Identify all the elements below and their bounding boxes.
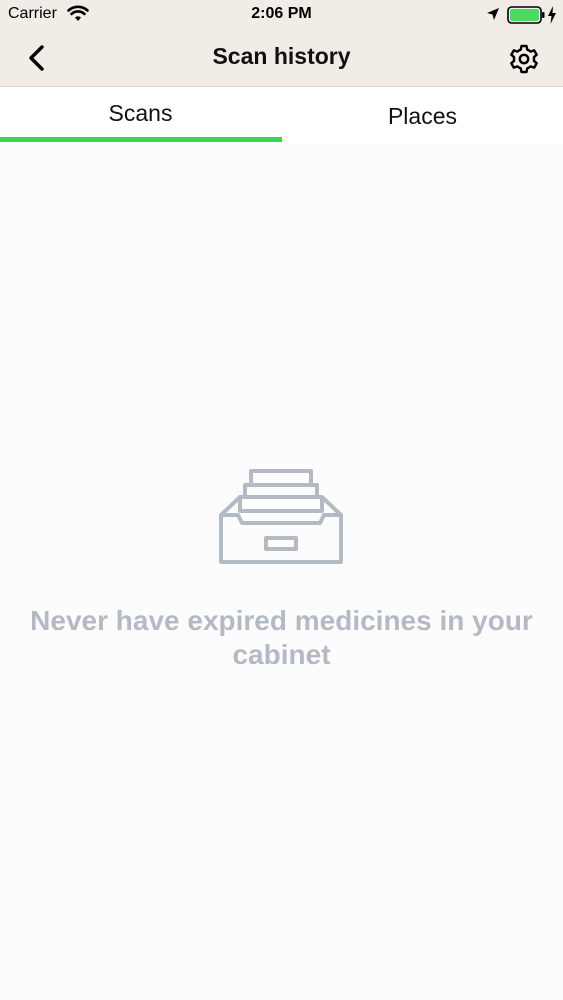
status-time: 2:06 PM: [251, 5, 312, 22]
tab-places[interactable]: Places: [282, 88, 563, 143]
tab-bar: Scans Places: [0, 88, 563, 143]
page-title: Scan history: [212, 43, 351, 69]
location-arrow-icon: [487, 8, 499, 20]
charging-bolt-icon: [548, 6, 556, 24]
empty-state-message: Never have expired medicines in your cab…: [30, 605, 533, 670]
status-bar: Carrier 2:06 PM: [0, 0, 563, 30]
tab-scans[interactable]: Scans: [0, 88, 281, 143]
gear-icon[interactable]: [507, 42, 541, 76]
screen: Carrier 2:06 PM Scan history Scans Place…: [0, 0, 563, 1000]
archive-drawer-icon: [219, 469, 343, 564]
battery-icon: [507, 6, 545, 24]
active-tab-indicator: [0, 137, 282, 142]
navigation-bar: Scan history: [0, 30, 563, 87]
